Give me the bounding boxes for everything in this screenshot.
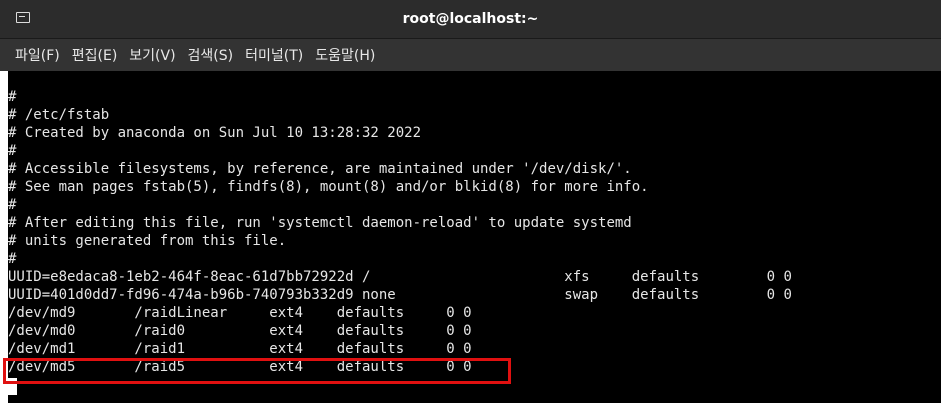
menu-help[interactable]: 도움말(H)	[310, 45, 380, 65]
window-left-edge	[0, 71, 8, 403]
terminal-line-6: # Accessible filesystems, by reference, …	[8, 161, 632, 177]
terminal-line-11: #	[8, 251, 17, 267]
terminal-line-13: UUID=401d0dd7-fd96-474a-b96b-740793b332d…	[8, 287, 792, 303]
terminal-scrollbar[interactable]	[933, 71, 941, 403]
menu-file[interactable]: 파일(F)	[10, 45, 65, 65]
terminal-line-10: # units generated from this file.	[8, 233, 287, 249]
menu-terminal[interactable]: 터미널(T)	[240, 45, 308, 65]
terminal-line-5: #	[8, 143, 17, 159]
terminal-line-12: UUID=e8edaca8-1eb2-464f-8eac-61d7bb72922…	[8, 269, 792, 285]
terminal-line-7: # See man pages fstab(5), findfs(8), mou…	[8, 179, 649, 195]
menu-edit[interactable]: 편집(E)	[67, 45, 123, 65]
terminal-line-16: /dev/md1 /raid1 ext4 defaults 0 0	[8, 341, 472, 357]
menu-search[interactable]: 검색(S)	[183, 45, 239, 65]
terminal-line-4: # Created by anaconda on Sun Jul 10 13:2…	[8, 125, 422, 141]
menu-bar: 파일(F) 편집(E) 보기(V) 검색(S) 터미널(T) 도움말(H)	[0, 39, 941, 71]
terminal-line-17: /dev/md5 /raid5 ext4 defaults 0 0	[8, 359, 472, 375]
menu-view[interactable]: 보기(V)	[124, 45, 180, 65]
terminal-line-8: #	[8, 197, 17, 213]
text-cursor	[8, 378, 17, 395]
terminal-line-3: # /etc/fstab	[8, 107, 110, 123]
window-titlebar[interactable]: root@localhost:~	[0, 0, 941, 39]
terminal-line-2: #	[8, 89, 17, 105]
terminal-output[interactable]: # # /etc/fstab # Created by anaconda on …	[8, 71, 933, 403]
terminal-line-15: /dev/md0 /raid0 ext4 defaults 0 0	[8, 323, 472, 339]
window-title: root@localhost:~	[402, 11, 539, 27]
terminal-line-9: # After editing this file, run 'systemct…	[8, 215, 632, 231]
terminal-icon	[16, 12, 30, 23]
terminal-line-14: /dev/md9 /raidLinear ext4 defaults 0 0	[8, 305, 472, 321]
